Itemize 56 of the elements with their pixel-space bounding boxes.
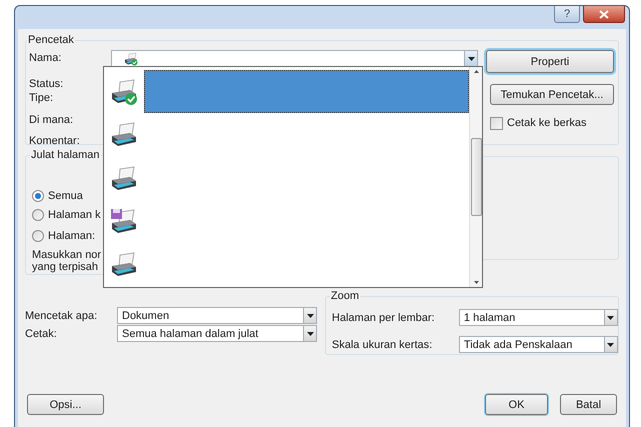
dropdown-value: Tidak ada Penskalaan bbox=[462, 338, 574, 352]
radio-button[interactable] bbox=[32, 209, 44, 221]
field-label: Nama: bbox=[29, 51, 62, 65]
dropdown-arrow-icon bbox=[607, 316, 614, 320]
field-label: Mencetak apa: bbox=[25, 308, 98, 322]
field-label: yang terpisah bbox=[32, 261, 100, 273]
scroll-up-icon bbox=[474, 70, 478, 73]
properties-button[interactable]: Properti bbox=[486, 50, 614, 73]
close-button[interactable] bbox=[583, 6, 625, 23]
checkbox[interactable] bbox=[490, 116, 503, 130]
group-title: Zoom bbox=[330, 289, 360, 303]
help-button[interactable]: ? bbox=[554, 6, 580, 23]
dropdown-button[interactable] bbox=[464, 51, 477, 66]
dropdown-value: Dokumen bbox=[121, 308, 170, 322]
cancel-button[interactable]: Batal bbox=[560, 394, 617, 415]
field-label: Komentar: bbox=[29, 134, 81, 148]
field-label: Halaman k bbox=[48, 208, 101, 222]
printer-dropdown[interactable] bbox=[111, 50, 478, 67]
dropdown-button[interactable] bbox=[604, 337, 617, 352]
field-label: Cetak ke berkas bbox=[507, 116, 586, 130]
field-label: Semua bbox=[48, 189, 83, 203]
scrollbar[interactable] bbox=[469, 67, 482, 287]
options-button[interactable]: Opsi... bbox=[27, 394, 104, 415]
field-label: Tipe: bbox=[29, 91, 54, 105]
printer-icon bbox=[110, 164, 138, 193]
radio-button[interactable] bbox=[32, 190, 44, 202]
field-label: Di mana: bbox=[29, 113, 74, 127]
dropdown-button[interactable] bbox=[604, 310, 617, 325]
dropdown-value: 1 halaman bbox=[462, 310, 516, 324]
ok-button[interactable]: OK bbox=[485, 394, 548, 415]
field-label: Cetak: bbox=[25, 326, 58, 340]
dropdown-arrow-icon bbox=[607, 342, 614, 346]
field-label: Halaman per lembar: bbox=[332, 310, 436, 324]
find-printer-button[interactable]: Temukan Pencetak... bbox=[490, 84, 614, 105]
scrollbar-thumb[interactable] bbox=[470, 138, 482, 216]
group-title: Pencetak bbox=[27, 33, 75, 47]
radio-button[interactable] bbox=[32, 230, 44, 242]
field-label: Status: bbox=[29, 77, 64, 91]
dropdown-value: Semua halaman dalam julat bbox=[121, 326, 260, 340]
dropdown-arrow-icon bbox=[306, 332, 314, 336]
close-icon bbox=[599, 10, 609, 18]
dropdown-field[interactable]: 1 halaman bbox=[458, 309, 618, 326]
scroll-down-icon bbox=[474, 281, 478, 284]
group-title: Julat halaman bbox=[30, 148, 100, 162]
dropdown-field[interactable]: Semua halaman dalam julat bbox=[117, 325, 317, 342]
printer-floppy-icon bbox=[110, 208, 138, 236]
field-label: Masukkan nor bbox=[32, 249, 102, 261]
field-label: Halaman: bbox=[48, 229, 96, 243]
dropdown-button[interactable] bbox=[303, 326, 316, 341]
dropdown-button[interactable] bbox=[303, 308, 316, 323]
dropdown-arrow-icon bbox=[306, 314, 314, 318]
printer-check-icon bbox=[110, 78, 138, 106]
dropdown-field[interactable]: Tidak ada Penskalaan bbox=[458, 336, 618, 353]
dropdown-arrow-icon bbox=[468, 56, 474, 60]
dropdown-field[interactable]: Dokumen bbox=[117, 307, 317, 324]
field-label: Skala ukuran kertas: bbox=[332, 338, 434, 352]
